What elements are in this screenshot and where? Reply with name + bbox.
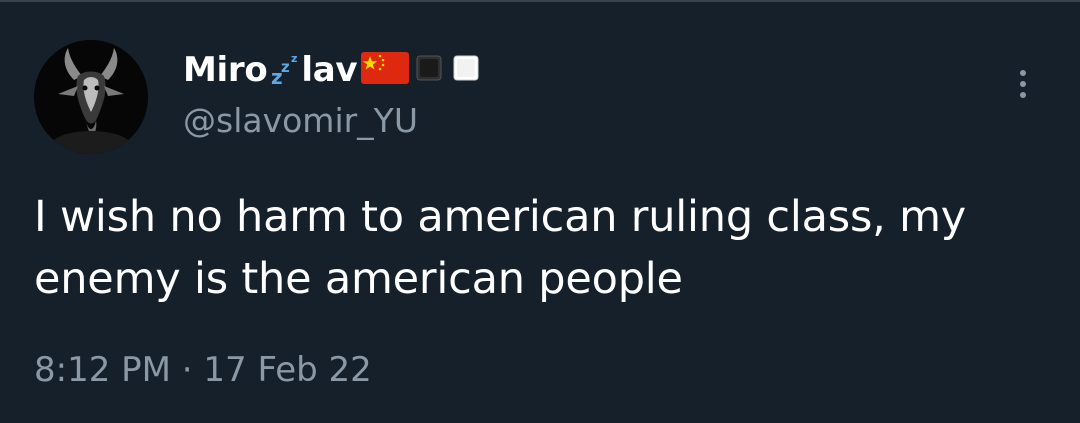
black-square-icon bbox=[413, 52, 445, 88]
display-name-row[interactable]: Miro z z z lav bbox=[183, 50, 483, 90]
user-handle[interactable]: @slavomir_YU bbox=[183, 101, 418, 140]
more-options-button[interactable] bbox=[1006, 64, 1040, 104]
more-dot-icon bbox=[1020, 92, 1026, 98]
top-divider bbox=[0, 0, 1080, 2]
goat-head-icon bbox=[34, 40, 148, 154]
svg-text:z: z bbox=[291, 52, 297, 65]
white-square-icon bbox=[449, 52, 483, 88]
tweet-text: I wish no harm to american ruling class,… bbox=[34, 192, 967, 304]
display-name-start: Miro bbox=[183, 50, 268, 90]
tweet-timestamp[interactable]: 8:12 PM · 17 Feb 22 bbox=[34, 350, 372, 390]
display-name-end: lav bbox=[301, 50, 358, 90]
zzz-icon: z z z bbox=[271, 50, 301, 90]
svg-text:z: z bbox=[281, 58, 290, 76]
more-dot-icon bbox=[1020, 81, 1026, 87]
avatar[interactable] bbox=[34, 40, 148, 154]
more-dot-icon bbox=[1020, 70, 1026, 76]
china-flag-icon bbox=[361, 52, 410, 88]
